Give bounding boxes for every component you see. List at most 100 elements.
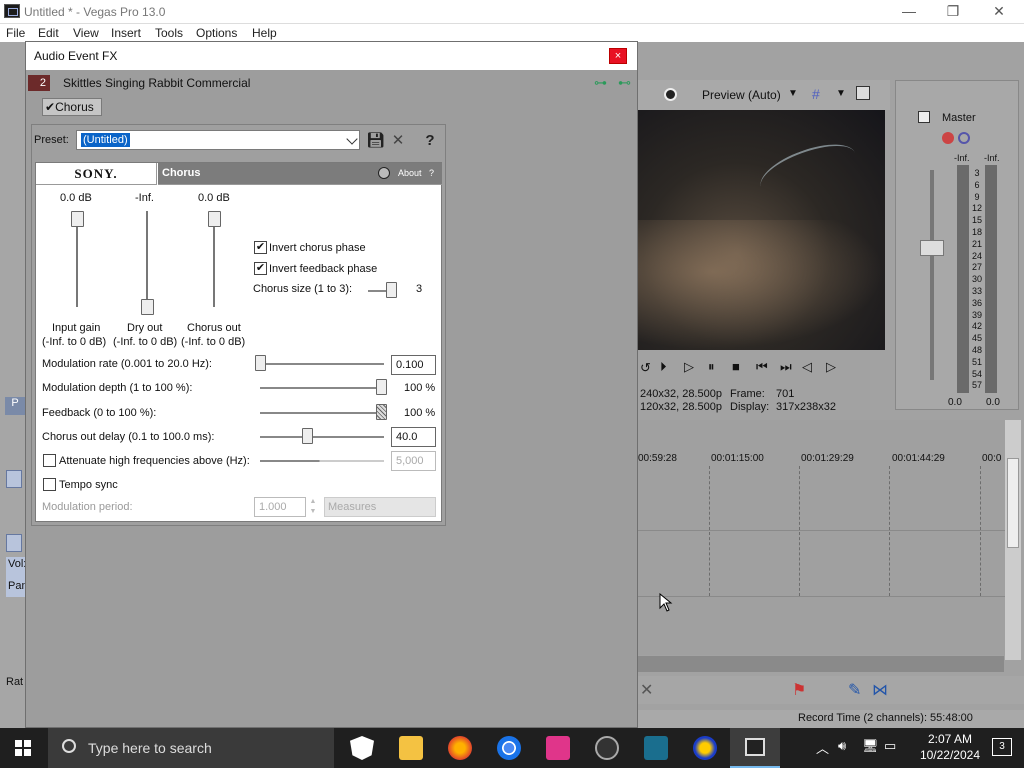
tempo-sync-checkbox[interactable] <box>43 478 56 491</box>
meter-left <box>957 165 969 393</box>
dry-out-slider-track[interactable] <box>146 211 148 307</box>
chrome-icon[interactable] <box>497 736 521 760</box>
meter-scale-tick: 45 <box>971 333 982 344</box>
help-icon[interactable]: ? <box>421 132 439 150</box>
input-gain-slider-thumb[interactable] <box>71 211 84 227</box>
envelope-tool-icon[interactable]: ⋈ <box>872 680 888 700</box>
modulation-rate-slider-track[interactable] <box>260 363 384 365</box>
pause-icon[interactable]: ⏸ <box>708 359 715 375</box>
save-preset-icon[interactable]: 💾︎ <box>366 132 385 150</box>
chevron-down-icon[interactable]: ▼ <box>836 88 846 99</box>
fx-icon[interactable] <box>942 132 954 144</box>
preset-dropdown[interactable]: (Untitled) <box>76 130 360 150</box>
marker-icon[interactable]: ⚑ <box>792 680 806 700</box>
chorus-out-delay-slider-thumb[interactable] <box>302 428 313 444</box>
invert-chorus-phase-label: Invert chorus phase <box>269 242 366 254</box>
play-from-start-icon[interactable]: ⏵ <box>660 359 667 375</box>
close-window-button[interactable]: ✕ <box>976 0 1022 24</box>
record-icon[interactable] <box>664 88 677 101</box>
menu-help[interactable]: Help <box>252 26 277 40</box>
menu-edit[interactable]: Edit <box>38 26 59 40</box>
chorus-out-range: (-Inf. to 0 dB) <box>181 336 246 348</box>
stop-icon[interactable]: ■ <box>732 359 740 374</box>
app-icon-vegas-v[interactable] <box>644 736 668 760</box>
master-fader-knob[interactable] <box>920 240 944 256</box>
network-icon[interactable]: 🖥︎ <box>862 738 879 754</box>
chorus-out-delay-slider-track[interactable] <box>260 436 384 438</box>
grid-icon[interactable]: # <box>812 86 820 102</box>
clock[interactable]: 2:07 AM 10/22/2024 <box>920 731 980 763</box>
chevron-up-icon[interactable]: ︿ <box>816 738 829 757</box>
file-explorer-icon[interactable] <box>399 736 423 760</box>
mute-icon[interactable] <box>958 132 970 144</box>
attenuate-input[interactable]: 5,000 <box>391 451 436 471</box>
play-icon[interactable]: ▷ <box>684 359 694 375</box>
delete-preset-icon[interactable]: ✕ <box>389 132 407 150</box>
invert-feedback-phase-checkbox[interactable]: ✔ <box>254 262 267 275</box>
remove-plugin-icon[interactable]: ⊷ <box>618 75 631 91</box>
chevron-down-icon[interactable]: ▼ <box>788 88 798 99</box>
menu-tools[interactable]: Tools <box>155 26 183 40</box>
notification-icon[interactable]: 3 <box>992 738 1012 756</box>
security-shield-icon[interactable] <box>350 736 374 760</box>
normal-edit-tool-icon[interactable]: ✎ <box>848 680 861 700</box>
meter-scale-tick: 27 <box>971 262 982 273</box>
go-to-end-icon[interactable]: ⏭ <box>780 359 792 375</box>
dialog-close-button[interactable]: × <box>609 48 627 64</box>
feedback-slider-thumb[interactable] <box>376 404 387 420</box>
loop-icon[interactable]: ↺ <box>640 360 651 376</box>
menu-options[interactable]: Options <box>196 26 237 40</box>
master-label: Master <box>942 112 976 124</box>
timeline-horizontal-scrollbar[interactable] <box>638 656 1004 672</box>
app-icon-round[interactable] <box>693 736 717 760</box>
chorus-out-delay-input[interactable]: 40.0 <box>391 427 436 447</box>
grid-line <box>889 466 890 596</box>
next-frame-icon[interactable]: ▷ <box>826 359 836 375</box>
start-button[interactable] <box>0 728 48 768</box>
track-icon[interactable] <box>6 534 22 552</box>
modulation-depth-slider-thumb[interactable] <box>376 379 387 395</box>
modulation-rate-slider-thumb[interactable] <box>255 355 266 371</box>
attenuate-slider-track[interactable] <box>260 460 384 462</box>
app-icon-gauge[interactable] <box>595 736 619 760</box>
scroll-thumb[interactable] <box>1007 458 1019 548</box>
dry-out-slider-thumb[interactable] <box>141 299 154 315</box>
feedback-slider-track[interactable] <box>260 412 384 414</box>
firefox-icon[interactable] <box>448 736 472 760</box>
preview-mode-dropdown[interactable]: Preview (Auto) <box>702 88 781 102</box>
chorus-out-slider-thumb[interactable] <box>208 211 221 227</box>
audio-event-fx-dialog: Audio Event FX × 2 Skittles Singing Rabb… <box>25 41 638 728</box>
volume-icon[interactable]: 🔊︎ <box>838 738 846 754</box>
modulation-period-unit-dropdown[interactable]: Measures <box>324 497 436 517</box>
modulation-depth-slider-track[interactable] <box>260 387 384 389</box>
modulation-period-spinner[interactable]: ▲ ▼ <box>308 497 318 517</box>
menu-insert[interactable]: Insert <box>111 26 141 40</box>
delete-icon[interactable]: ✕ <box>640 680 653 700</box>
minimize-button[interactable]: — <box>886 0 932 24</box>
chevron-down-icon[interactable] <box>346 133 358 145</box>
app-icon-pink[interactable] <box>546 736 570 760</box>
check-icon[interactable]: ✔ <box>45 100 55 114</box>
plugin-tab-chorus[interactable]: ✔Chorus <box>42 98 102 116</box>
modulation-rate-input[interactable]: 0.100 <box>391 355 436 375</box>
plugin-chain-icon[interactable]: ⊶ <box>594 75 607 91</box>
timeline-vertical-scrollbar[interactable] <box>1005 420 1021 660</box>
meter-scale-tick: 48 <box>971 344 982 355</box>
taskbar-search[interactable]: Type here to search <box>48 728 334 768</box>
track-icon[interactable] <box>6 470 22 488</box>
meter-scale-tick: 15 <box>971 215 982 226</box>
modulation-period-input[interactable]: 1.000 <box>254 497 306 517</box>
copy-snapshot-icon[interactable] <box>856 86 870 100</box>
bypass-icon[interactable] <box>378 167 390 179</box>
chorus-size-slider-thumb[interactable] <box>386 282 397 298</box>
invert-chorus-phase-checkbox[interactable]: ✔ <box>254 241 267 254</box>
attenuate-checkbox[interactable] <box>43 454 56 467</box>
go-to-start-icon[interactable]: ⏮ <box>756 359 768 375</box>
menu-view[interactable]: View <box>73 26 99 40</box>
about-link[interactable]: About ? <box>398 168 434 178</box>
vegas-taskbar-button[interactable] <box>730 728 780 768</box>
menu-file[interactable]: File <box>6 26 25 40</box>
ime-icon[interactable]: ▭ <box>884 738 896 754</box>
prev-frame-icon[interactable]: ◁ <box>802 359 812 375</box>
maximize-button[interactable]: ❐ <box>930 0 976 24</box>
